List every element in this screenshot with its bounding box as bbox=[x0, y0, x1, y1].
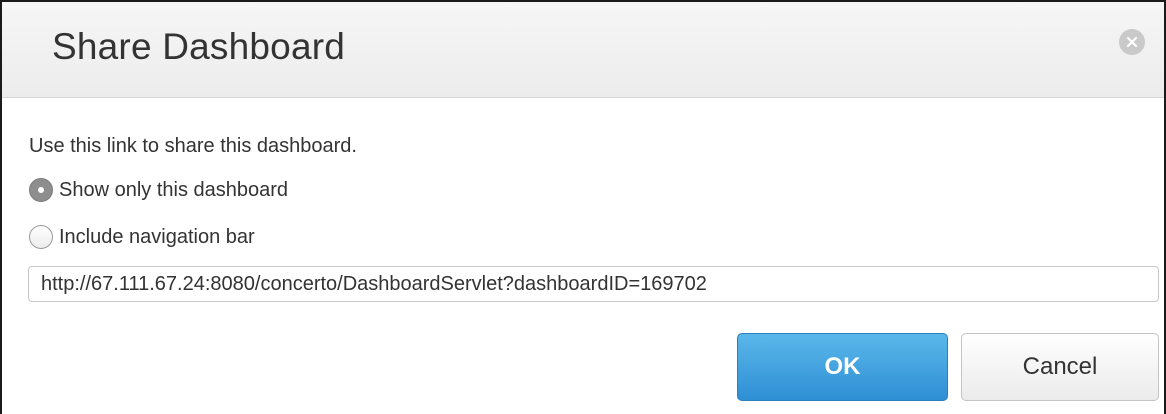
ok-button[interactable]: OK bbox=[737, 333, 948, 401]
share-link-field[interactable] bbox=[28, 266, 1159, 302]
share-dashboard-dialog: Share Dashboard Use this link to share t… bbox=[0, 0, 1166, 414]
option-include-navigation-bar[interactable]: Include navigation bar bbox=[29, 223, 255, 251]
dialog-title: Share Dashboard bbox=[52, 26, 346, 67]
share-description: Use this link to share this dashboard. bbox=[29, 135, 357, 157]
cancel-button[interactable]: Cancel bbox=[961, 333, 1159, 401]
dialog-body: Use this link to share this dashboard. S… bbox=[2, 98, 1164, 414]
option-label: Include navigation bar bbox=[59, 225, 255, 248]
close-icon bbox=[1126, 36, 1138, 48]
option-show-only-dashboard[interactable]: Show only this dashboard bbox=[29, 176, 288, 204]
radio-button-unselected[interactable] bbox=[29, 225, 53, 249]
radio-button-selected[interactable] bbox=[29, 178, 53, 202]
option-label: Show only this dashboard bbox=[59, 178, 289, 201]
dialog-header: Share Dashboard bbox=[2, 2, 1164, 98]
close-button[interactable] bbox=[1119, 29, 1145, 55]
